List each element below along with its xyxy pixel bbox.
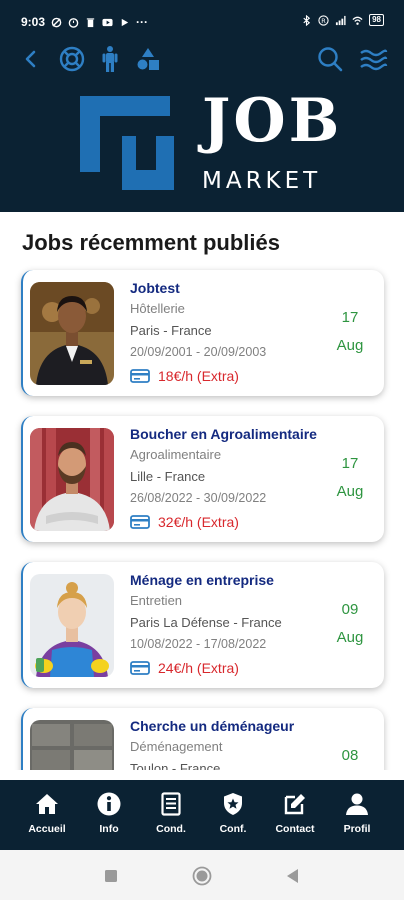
job-title: Boucher en Agroalimentaire: [130, 426, 317, 442]
job-pay: 18€/h (Extra): [158, 368, 239, 384]
youtube-icon: [102, 18, 113, 26]
signal-icon: [336, 15, 346, 25]
play-icon: [121, 18, 129, 26]
chevron-left-icon: [25, 50, 36, 68]
registered-icon: R: [318, 14, 329, 26]
job-date-day: 17: [341, 455, 359, 472]
home-icon: [36, 794, 58, 814]
logo-mark-icon: [80, 96, 174, 190]
hotel-receptionist-photo: [30, 282, 114, 385]
nav-label: Accueil: [28, 823, 66, 835]
triangle-back-icon: [287, 869, 298, 883]
job-date-day: 09: [341, 601, 359, 618]
job-dates: 20/09/2001 - 20/09/2003: [130, 345, 267, 359]
recent-apps-button[interactable]: [100, 865, 122, 887]
categories-button[interactable]: [133, 44, 163, 74]
job-pay-row: 32€/h (Extra): [130, 514, 239, 530]
nav-label: Conf.: [219, 823, 247, 835]
square-icon: [105, 870, 117, 882]
job-dates: 26/08/2022 - 30/09/2022: [130, 491, 267, 505]
job-pay-row: 18€/h (Extra): [130, 368, 239, 384]
nav-label: Cond.: [156, 823, 186, 835]
accessibility-button[interactable]: [95, 44, 125, 74]
more-icon: ···: [136, 15, 149, 29]
nav-accueil[interactable]: Accueil: [20, 790, 74, 842]
job-date-day: 17: [341, 309, 359, 326]
job-category: Hôtellerie: [130, 301, 185, 316]
moving-boxes-photo: [30, 720, 114, 770]
job-category: Agroalimentaire: [130, 447, 222, 462]
logo-subword: MARKET: [202, 168, 322, 194]
bluetooth-icon: [303, 14, 311, 26]
credit-card-icon: [130, 661, 150, 675]
job-location: Paris La Défense - France: [130, 615, 282, 630]
nav-profil[interactable]: Profil: [330, 790, 384, 842]
section-title: Jobs récemment publiés: [22, 230, 280, 255]
nav-conditions[interactable]: Cond.: [144, 790, 198, 842]
job-title: Jobtest: [130, 280, 180, 296]
job-dates: 10/08/2022 - 17/08/2022: [130, 637, 267, 651]
status-time: 9:03: [21, 15, 46, 29]
nav-label: Contact: [275, 823, 315, 835]
shapes-icon: [137, 48, 159, 70]
nav-info[interactable]: Info: [82, 790, 136, 842]
job-title: Cherche un déménageur: [130, 718, 295, 734]
nav-confidentialite[interactable]: Conf.: [206, 790, 260, 842]
job-pay-row: 24€/h (Extra): [130, 660, 239, 676]
back-system-button[interactable]: [282, 865, 304, 887]
home-system-button[interactable]: [191, 865, 213, 887]
job-title: Ménage en entreprise: [130, 572, 274, 588]
nav-label: Profil: [343, 823, 371, 835]
lifebuoy-icon: [59, 46, 85, 72]
person-icon: [346, 793, 368, 815]
logo-wordmark: JOB: [202, 86, 343, 156]
alarm-icon: [68, 17, 79, 28]
system-navigation-bar: [0, 850, 404, 900]
status-bar: 9:03 ··· R 98: [0, 0, 404, 40]
job-category: Déménagement: [130, 739, 223, 754]
job-location: Lille - France: [130, 469, 206, 484]
job-date-month: Aug: [336, 337, 364, 354]
circle-icon: [192, 866, 212, 886]
shield-star-icon: [224, 793, 242, 815]
search-button[interactable]: [315, 44, 345, 74]
search-icon: [318, 47, 343, 72]
trash-icon: [86, 17, 95, 27]
job-location: Paris - France: [130, 323, 212, 338]
back-button[interactable]: [16, 44, 46, 74]
help-button[interactable]: [57, 44, 87, 74]
app-header: 9:03 ··· R 98 JOB MARKET: [0, 0, 404, 212]
menu-button[interactable]: [358, 44, 388, 74]
info-icon: [97, 792, 121, 816]
notification-icon: [51, 17, 62, 27]
job-pay: 32€/h (Extra): [158, 514, 239, 530]
credit-card-icon: [130, 515, 150, 529]
job-list[interactable]: Jobtest Hôtellerie Paris - France 20/09/…: [0, 260, 404, 770]
butcher-photo: [30, 428, 114, 531]
job-card[interactable]: Ménage en entreprise Entretien Paris La …: [21, 562, 384, 688]
svg-text:R: R: [321, 16, 326, 24]
top-toolbar: [0, 42, 404, 78]
person-standing-icon: [102, 46, 118, 72]
document-icon: [161, 792, 181, 816]
bottom-navigation: Accueil Info Cond. Conf. Contact Profil: [0, 780, 404, 850]
nav-contact[interactable]: Contact: [268, 790, 322, 842]
credit-card-icon: [130, 369, 150, 383]
job-card[interactable]: Cherche un déménageur Déménagement Toulo…: [21, 708, 384, 770]
battery-indicator: 98: [369, 14, 384, 26]
job-category: Entretien: [130, 593, 183, 608]
job-date-day: 08: [341, 747, 359, 764]
job-pay: 24€/h (Extra): [158, 660, 239, 676]
job-card[interactable]: Boucher en Agroalimentaire Agroalimentai…: [21, 416, 384, 542]
edit-icon: [284, 794, 305, 815]
job-date-month: Aug: [336, 629, 364, 646]
job-card[interactable]: Jobtest Hôtellerie Paris - France 20/09/…: [21, 270, 384, 396]
wifi-icon: [352, 16, 363, 25]
job-location: Toulon - France: [130, 761, 221, 770]
job-date-month: Aug: [336, 483, 364, 500]
nav-label: Info: [99, 823, 119, 835]
wave-menu-icon: [360, 49, 388, 71]
job-market-logo: JOB MARKET: [80, 88, 339, 194]
cleaner-photo: [30, 574, 114, 677]
